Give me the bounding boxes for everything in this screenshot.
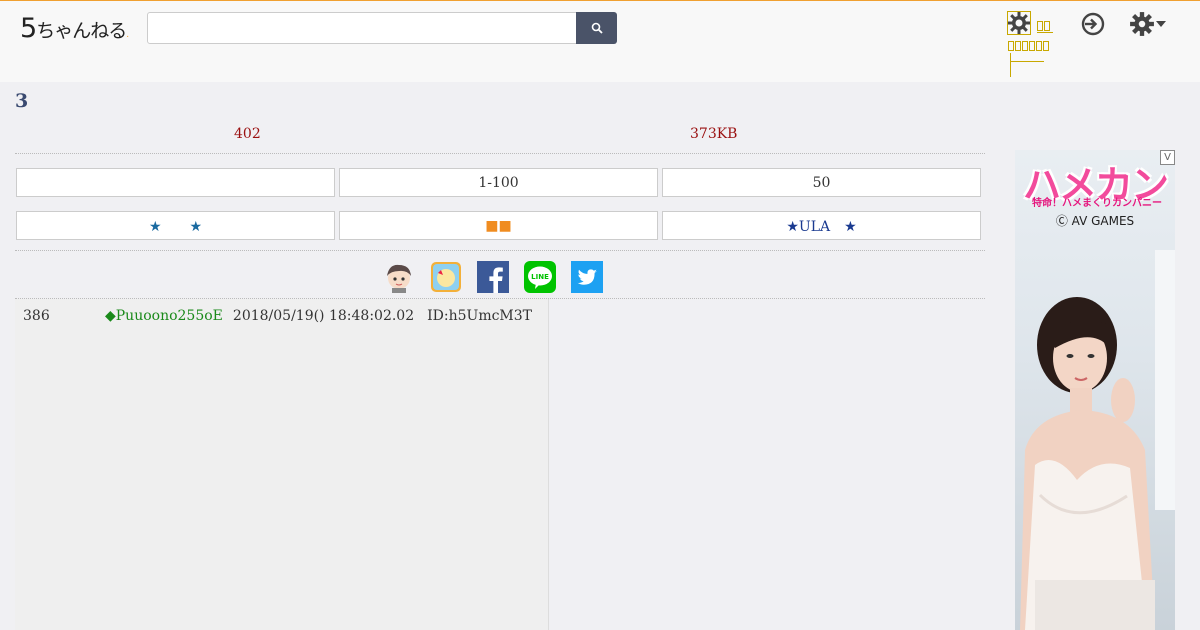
chevron-down-icon <box>1156 21 1166 27</box>
nav-button-latest-50[interactable]: 50 <box>662 168 981 197</box>
facebook-icon[interactable] <box>477 261 509 293</box>
gear-icon[interactable] <box>1007 11 1031 35</box>
search-icon <box>591 22 603 34</box>
login-icon[interactable] <box>1080 11 1106 37</box>
header-bar: 5ちゃんねる. <box>0 0 1200 82</box>
line-icon[interactable]: LINE <box>524 261 556 293</box>
ad-image <box>1020 250 1175 630</box>
app-icon[interactable] <box>430 261 462 293</box>
ad-info-badge[interactable]: V <box>1160 150 1175 165</box>
thread-title: 3 <box>15 90 29 112</box>
post-header: 386 ◆Puuoono255oE 2018/05/19() 18:48:02.… <box>23 308 532 324</box>
post-name[interactable]: ◆Puuoono255oE <box>105 308 223 324</box>
search-button[interactable] <box>576 12 617 44</box>
post-date: 2018/05/19() 18:48:02.02 <box>232 308 415 324</box>
ad-copyright: Ⓒ AV GAMES <box>1055 214 1135 228</box>
divider <box>15 153 985 154</box>
ad-banner[interactable]: ハメカン 特命！ハメまくりカンパニー Ⓒ AV GAMES <box>1015 150 1175 630</box>
search-input[interactable] <box>147 12 577 44</box>
nav-button-all[interactable] <box>16 168 335 197</box>
ad-subtitle: 特命！ハメまくりカンパニー <box>1032 198 1162 209</box>
nav-button-squares[interactable]: ■■ <box>339 211 658 240</box>
nav-button-ula[interactable]: ★ULA ★ <box>662 211 981 240</box>
nav-button-star[interactable]: ★ ★ <box>16 211 335 240</box>
divider <box>15 250 985 251</box>
highlight-label-row <box>1008 41 1054 53</box>
svg-text:LINE: LINE <box>531 273 549 281</box>
nav-button-first-100[interactable]: 1-100 <box>339 168 658 197</box>
settings-menu-button[interactable] <box>1128 11 1168 37</box>
post-item: 386 ◆Puuoono255oE 2018/05/19() 18:48:02.… <box>15 299 549 630</box>
highlight-line <box>1010 53 1011 77</box>
post-id[interactable]: ID:h5UmcM3T <box>427 308 532 324</box>
twitter-icon[interactable] <box>571 261 603 293</box>
post-number[interactable]: 386 <box>23 308 105 324</box>
site-logo[interactable]: 5ちゃんねる. <box>20 13 129 44</box>
res-count: 402 <box>234 126 261 142</box>
settings-gear-icon <box>1130 12 1154 36</box>
avatar-icon[interactable] <box>383 261 415 293</box>
thread-size: 373KB <box>690 126 738 142</box>
highlight-label <box>1037 16 1053 33</box>
highlight-line <box>1010 61 1044 62</box>
